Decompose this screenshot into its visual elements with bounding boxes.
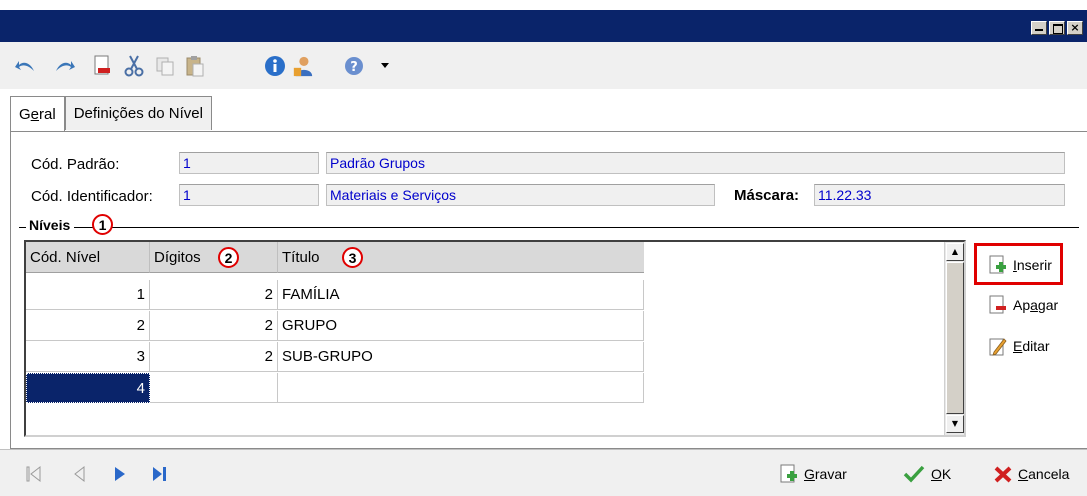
cod-padrao-desc-field: Padrão Grupos (326, 152, 1065, 174)
cell-digitos[interactable] (150, 373, 278, 403)
mascara-label: Máscara: (734, 187, 800, 204)
scroll-thumb[interactable] (946, 262, 964, 414)
paste-icon[interactable] (184, 55, 206, 77)
checkmark-icon (903, 464, 925, 484)
window-controls: × (1031, 21, 1083, 35)
cod-padrao-field[interactable]: 1 (179, 152, 319, 174)
window-titlebar (0, 0, 1087, 42)
insert-document-icon (989, 255, 1007, 275)
cod-identificador-field[interactable]: 1 (179, 184, 319, 206)
redo-icon[interactable] (54, 55, 76, 77)
niveis-group-label: Níveis (26, 217, 75, 233)
cell-digitos[interactable]: 2 (150, 280, 278, 310)
edit-document-icon (989, 336, 1007, 356)
cell-cod-nivel[interactable]: 1 (26, 280, 150, 310)
toolbar: ? (0, 42, 1087, 89)
maximize-button[interactable] (1049, 21, 1065, 35)
table-row[interactable]: 1 2 FAMÍLIA (26, 280, 644, 310)
annotation-badge-2: 2 (218, 247, 239, 268)
niveis-grid[interactable]: Cód. Nível Dígitos Título 2 3 1 2 FAMÍLI… (24, 240, 966, 437)
inserir-button[interactable]: Inserir (989, 255, 1052, 275)
column-header-digitos[interactable]: Dígitos (150, 242, 278, 273)
cancelar-button[interactable]: Cancela (994, 464, 1069, 484)
next-record-icon[interactable] (110, 464, 130, 484)
table-row[interactable]: 4 (26, 373, 644, 403)
tab-definicoes-nivel[interactable]: Definições do Nível (64, 96, 212, 130)
svg-text:?: ? (350, 60, 358, 75)
cell-titulo[interactable]: FAMÍLIA (278, 280, 644, 310)
grid-scrollbar[interactable]: ▲ ▼ (944, 242, 964, 435)
cell-titulo[interactable] (278, 373, 644, 403)
minimize-button[interactable] (1031, 21, 1047, 35)
cell-titulo[interactable]: GRUPO (278, 311, 644, 341)
scroll-down-button[interactable]: ▼ (946, 415, 964, 433)
ok-button[interactable]: OK (903, 464, 951, 484)
column-header-titulo[interactable]: Título (278, 242, 644, 273)
mascara-field: 11.22.33 (814, 184, 1065, 206)
cod-identificador-desc-field: Materiais e Serviços (326, 184, 715, 206)
last-record-icon[interactable] (150, 464, 170, 484)
cancel-x-icon (994, 464, 1012, 484)
undo-icon[interactable] (14, 55, 36, 77)
tab-strip: Ge ral Definições do Nível (10, 96, 212, 132)
apagar-button[interactable]: Apagar (989, 295, 1058, 315)
gravar-button[interactable]: Gravar (780, 464, 847, 484)
delete-document-icon (989, 295, 1007, 315)
first-record-icon[interactable] (24, 464, 44, 484)
previous-record-icon[interactable] (70, 464, 90, 484)
tab-geral[interactable]: Ge ral (10, 96, 65, 132)
cell-cod-nivel[interactable]: 3 (26, 342, 150, 372)
scroll-up-button[interactable]: ▲ (946, 243, 964, 261)
cut-icon[interactable] (123, 55, 145, 77)
editar-button[interactable]: Editar (989, 336, 1050, 356)
close-button[interactable]: × (1067, 21, 1083, 35)
info-icon[interactable] (264, 55, 286, 77)
grid-header: Cód. Nível Dígitos Título (26, 242, 644, 273)
cod-padrao-label: Cód. Padrão: (31, 156, 120, 173)
cell-digitos[interactable]: 2 (150, 342, 278, 372)
bottom-bar: Gravar OK Cancela (0, 449, 1087, 496)
cell-cod-nivel[interactable]: 2 (26, 311, 150, 341)
help-icon[interactable]: ? (343, 55, 365, 77)
annotation-badge-3: 3 (342, 247, 363, 268)
new-document-icon[interactable] (91, 55, 113, 77)
dropdown-arrow-icon[interactable] (379, 55, 391, 77)
column-header-cod-nivel[interactable]: Cód. Nível (26, 242, 150, 273)
cell-cod-nivel-selected[interactable]: 4 (26, 373, 150, 403)
annotation-badge-1: 1 (92, 214, 113, 235)
user-icon[interactable] (292, 55, 314, 77)
cell-digitos[interactable]: 2 (150, 311, 278, 341)
cod-identificador-label: Cód. Identificador: (31, 188, 153, 205)
table-row[interactable]: 3 2 SUB-GRUPO (26, 342, 644, 372)
table-row[interactable]: 2 2 GRUPO (26, 311, 644, 341)
copy-icon[interactable] (154, 55, 176, 77)
cell-titulo[interactable]: SUB-GRUPO (278, 342, 644, 372)
save-icon (780, 464, 798, 484)
